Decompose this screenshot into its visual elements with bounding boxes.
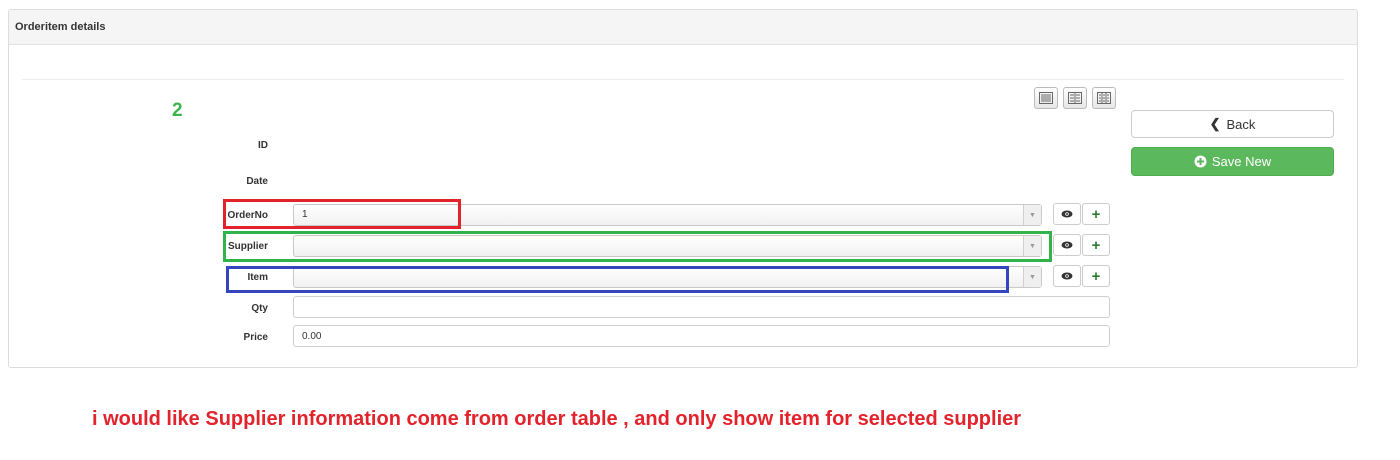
orderno-add-button[interactable]: + [1082, 203, 1110, 225]
save-new-button[interactable]: Save New [1131, 147, 1334, 176]
item-add-button[interactable]: + [1082, 265, 1110, 287]
layout-one-column-button[interactable] [1034, 87, 1058, 109]
layout-one-column-icon [1039, 92, 1053, 104]
layout-three-column-button[interactable] [1092, 87, 1116, 109]
supplier-highlight-box [223, 231, 1052, 262]
back-button[interactable]: ❮ Back [1131, 110, 1334, 138]
divider [22, 79, 1344, 80]
orderno-highlight-box [223, 199, 461, 229]
panel-title: Orderitem details [15, 21, 106, 33]
save-new-button-label: Save New [1211, 154, 1272, 169]
annotation-note: i would like Supplier information come f… [92, 408, 1022, 430]
price-input[interactable]: 0.00 [293, 325, 1110, 347]
plus-icon: + [1091, 236, 1101, 254]
id-label: ID [258, 140, 268, 151]
plus-icon: + [1091, 267, 1101, 285]
layout-three-column-icon [1097, 92, 1111, 104]
plus-circle-icon [1194, 155, 1207, 168]
eye-icon [1061, 241, 1073, 249]
price-label: Price [243, 332, 268, 343]
eye-icon [1061, 272, 1073, 280]
chevron-down-icon[interactable]: ▼ [1023, 205, 1041, 225]
qty-label: Qty [251, 303, 268, 314]
eye-icon [1061, 210, 1073, 218]
panel-heading: Orderitem details [9, 10, 1357, 45]
chevron-left-icon: ❮ [1209, 116, 1221, 131]
qty-input[interactable] [293, 296, 1110, 318]
supplier-view-button[interactable] [1053, 234, 1081, 256]
item-highlight-box [226, 266, 1009, 293]
item-view-button[interactable] [1053, 265, 1081, 287]
layout-two-column-icon [1068, 92, 1082, 104]
chevron-down-icon[interactable]: ▼ [1023, 267, 1041, 287]
date-label: Date [246, 176, 268, 187]
orderno-view-button[interactable] [1053, 203, 1081, 225]
layout-two-column-button[interactable] [1063, 87, 1087, 109]
supplier-add-button[interactable]: + [1082, 234, 1110, 256]
back-button-label: Back [1226, 116, 1256, 132]
record-number: 2 [172, 100, 183, 121]
plus-icon: + [1091, 205, 1101, 223]
